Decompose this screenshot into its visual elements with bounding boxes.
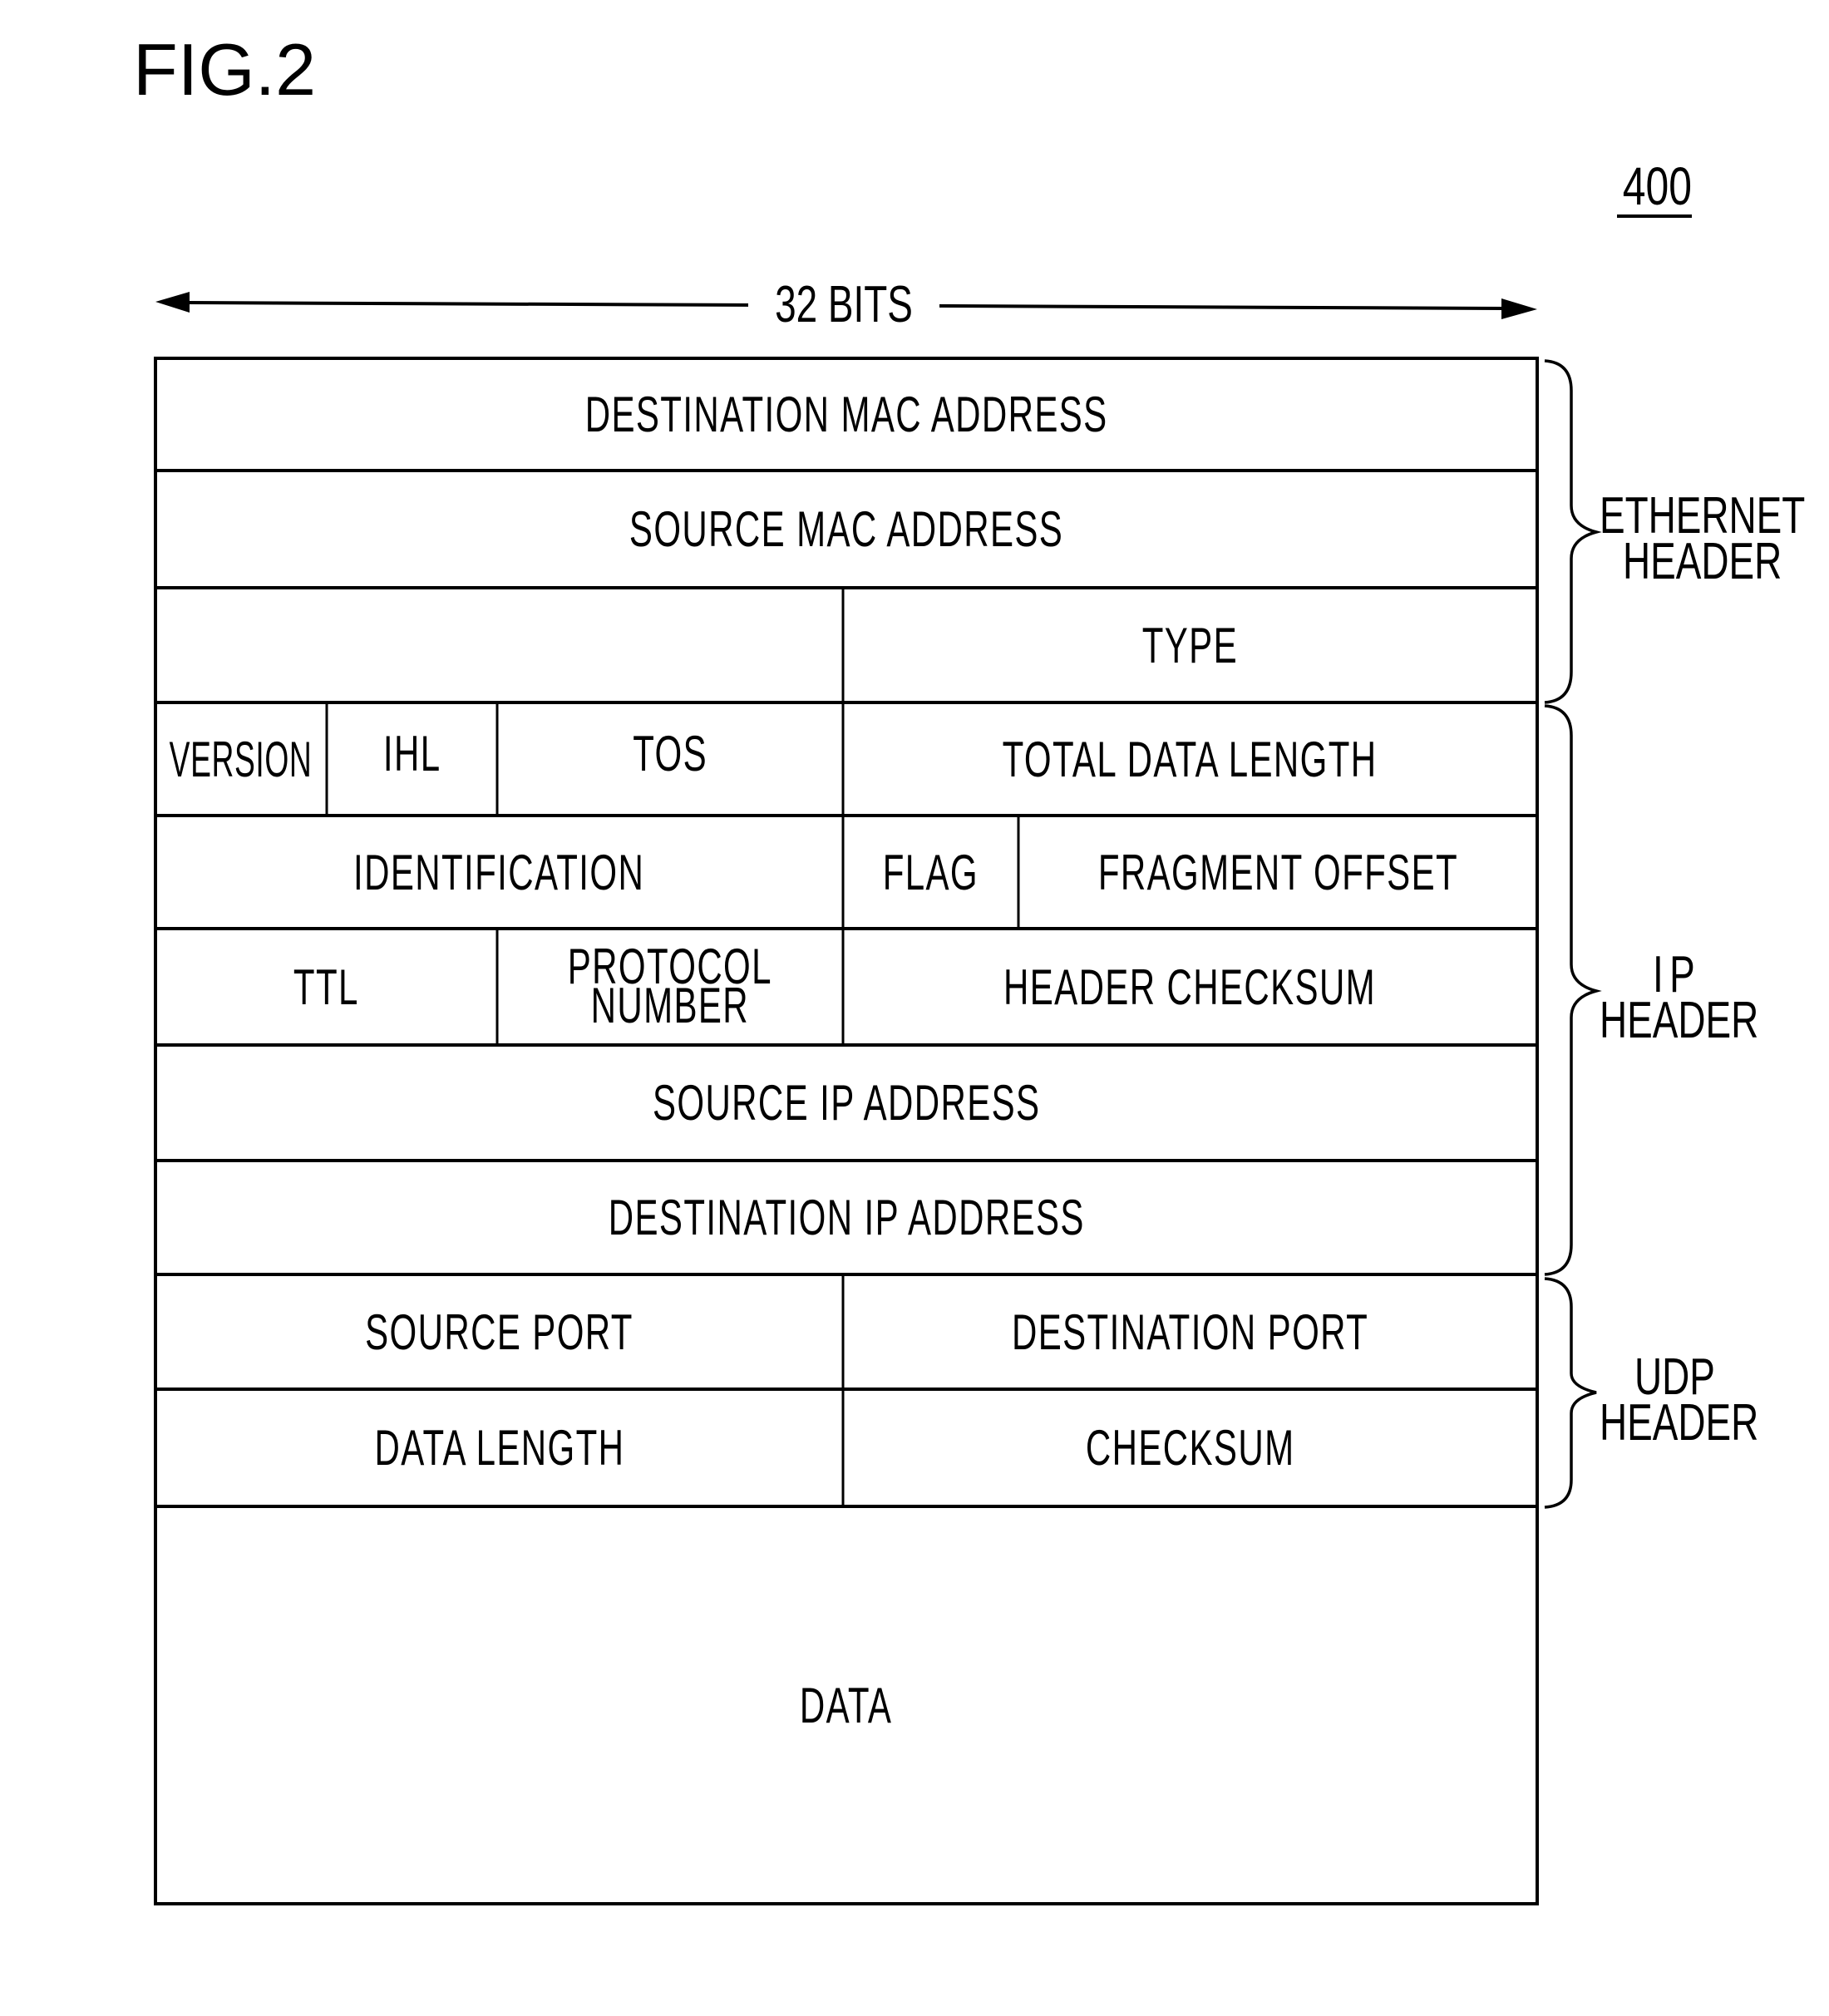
ip-header-label-line2: HEADER xyxy=(1600,991,1759,1049)
field-label: SOURCE MAC ADDRESS xyxy=(629,501,1064,557)
field-data: DATA xyxy=(155,1506,1537,1904)
field-label: SOURCE IP ADDRESS xyxy=(652,1075,1041,1131)
udp-brace-icon xyxy=(1544,1277,1597,1509)
field-label: DESTINATION PORT xyxy=(1011,1304,1369,1360)
field-version: VERSION xyxy=(155,702,327,816)
width-label-text: 32 BITS xyxy=(775,276,913,333)
width-label: 32 BITS xyxy=(748,279,939,331)
field-label: IDENTIFICATION xyxy=(353,844,645,900)
ip-brace-icon xyxy=(1544,704,1602,1276)
arrow-right-icon xyxy=(1501,298,1537,319)
field-destination-ip-address: DESTINATION IP ADDRESS xyxy=(155,1161,1537,1274)
field-ttl: TTL xyxy=(155,929,497,1045)
field-ihl: IHL xyxy=(327,702,497,816)
field-label: DATA LENGTH xyxy=(374,1420,624,1476)
field-label: SOURCE PORT xyxy=(365,1304,633,1360)
field-header-checksum: HEADER CHECKSUM xyxy=(843,929,1537,1045)
braces xyxy=(1544,359,1602,1509)
field-label: DATA xyxy=(800,1677,893,1733)
field-destination-mac-address: DESTINATION MAC ADDRESS xyxy=(155,358,1537,471)
field-total-data-length: TOTAL DATA LENGTH xyxy=(843,702,1537,816)
ethernet-header-label-line2: HEADER xyxy=(1623,532,1782,590)
field-label: FRAGMENT OFFSET xyxy=(1097,844,1458,900)
ethernet-header-label: ETHERNET HEADER xyxy=(1600,490,1829,590)
arrow-left-icon xyxy=(155,292,190,313)
field-label: VERSION xyxy=(170,731,313,787)
field-data-length: DATA LENGTH xyxy=(155,1389,843,1506)
field-label: TOS xyxy=(633,725,707,781)
field-protocol-number: PROTOCOL NUMBER xyxy=(497,929,843,1045)
field-identification: IDENTIFICATION xyxy=(155,816,843,929)
field-source-mac-address: SOURCE MAC ADDRESS xyxy=(155,471,1537,588)
field-label: DESTINATION IP ADDRESS xyxy=(608,1190,1085,1245)
field-fragment-offset: FRAGMENT OFFSET xyxy=(1018,816,1537,929)
field-source-port: SOURCE PORT xyxy=(155,1274,843,1389)
field-label: TTL xyxy=(293,959,359,1015)
udp-header-label-line2: HEADER xyxy=(1600,1393,1759,1452)
field-tos: TOS xyxy=(497,702,843,816)
ip-header-label: IP HEADER xyxy=(1600,949,1814,1049)
field-flag: FLAG xyxy=(843,816,1018,929)
field-label: DESTINATION MAC ADDRESS xyxy=(584,387,1108,442)
field-label: FLAG xyxy=(882,844,979,900)
field-checksum: CHECKSUM xyxy=(843,1389,1537,1506)
field-blank xyxy=(155,588,843,702)
field-label: CHECKSUM xyxy=(1085,1420,1295,1476)
udp-header-label: UDP HEADER xyxy=(1600,1352,1814,1452)
field-label: IHL xyxy=(382,725,441,781)
field-label: PROTOCOL NUMBER xyxy=(567,939,773,1033)
field-destination-port: DESTINATION PORT xyxy=(843,1274,1537,1389)
ethernet-brace-icon xyxy=(1544,359,1602,704)
field-label: HEADER CHECKSUM xyxy=(1003,959,1377,1015)
field-source-ip-address: SOURCE IP ADDRESS xyxy=(155,1045,1537,1161)
field-label: TYPE xyxy=(1141,617,1239,673)
field-label: TOTAL DATA LENGTH xyxy=(1003,731,1378,787)
field-type: TYPE xyxy=(843,588,1537,702)
